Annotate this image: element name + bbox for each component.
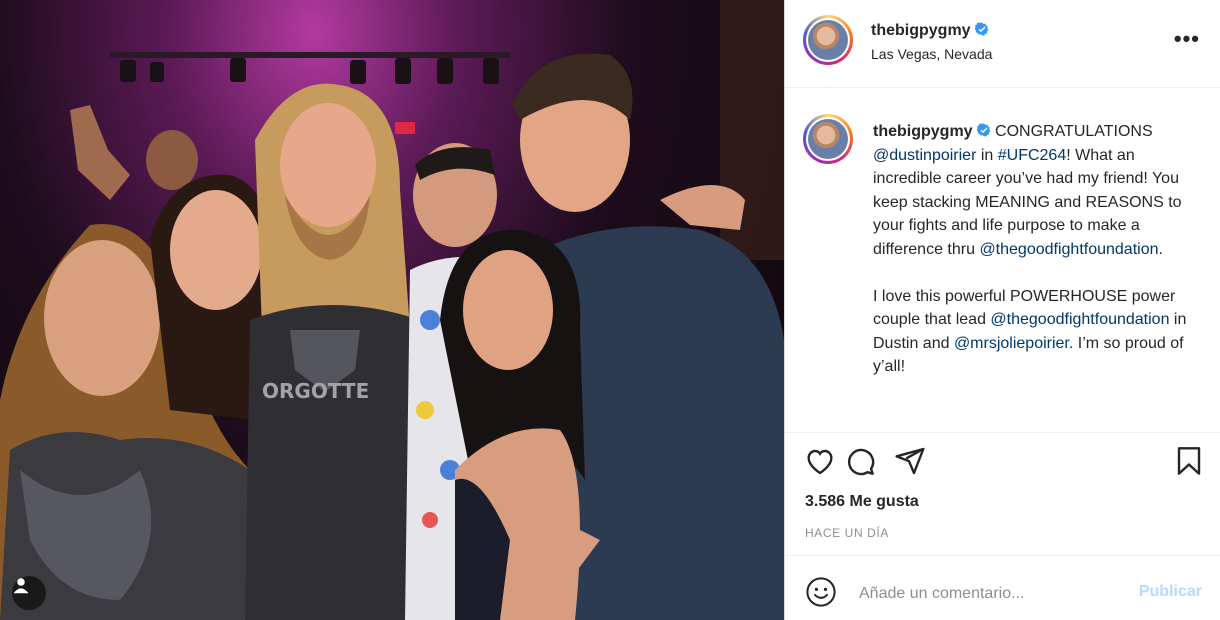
tagged-users-button[interactable]: [12, 576, 46, 610]
emoji-icon[interactable]: [805, 576, 837, 608]
comment-icon: [847, 448, 875, 476]
instagram-post: ORGOTTE thebigpygmy Las Vegas, Nevada ••…: [0, 0, 1220, 620]
caption-avatar[interactable]: [803, 114, 853, 164]
hashtag-link[interactable]: #UFC264: [998, 147, 1066, 164]
post-timestamp[interactable]: HACE UN DÍA: [805, 526, 889, 540]
post-actions: [785, 444, 1220, 484]
comment-input[interactable]: [857, 580, 1111, 608]
caption-text: thebigpygmy CONGRATULATIONS @dustinpoiri…: [873, 120, 1198, 379]
caption-segment: in: [976, 146, 998, 164]
heart-icon: [807, 449, 833, 475]
mention-link[interactable]: @dustinpoirier: [873, 147, 976, 164]
verified-badge-icon: [976, 123, 991, 137]
verified-badge-icon: [974, 22, 989, 36]
more-options-button[interactable]: •••: [1174, 28, 1200, 50]
mention-link[interactable]: @thegoodfightfoundation: [979, 241, 1158, 258]
post-photo[interactable]: ORGOTTE: [0, 0, 784, 620]
avatar-image: [808, 119, 848, 159]
likes-count[interactable]: 3.586 Me gusta: [805, 493, 919, 511]
caption-area: thebigpygmy CONGRATULATIONS @dustinpoiri…: [785, 88, 1220, 433]
like-button[interactable]: [803, 444, 837, 478]
post-side-panel: thebigpygmy Las Vegas, Nevada ••• thebig…: [784, 0, 1220, 620]
svg-text:ORGOTTE: ORGOTTE: [262, 379, 369, 403]
share-button[interactable]: [893, 444, 927, 478]
avatar[interactable]: [803, 15, 853, 65]
comment-bar: Publicar: [785, 555, 1220, 620]
caption-body: CONGRATULATIONS @dustinpoirier in #UFC26…: [873, 123, 1191, 375]
save-button[interactable]: [1172, 444, 1206, 478]
paper-plane-icon: [895, 447, 925, 475]
comment-button[interactable]: [843, 444, 877, 478]
header-username-row: thebigpygmy: [871, 22, 989, 40]
publish-button[interactable]: Publicar: [1139, 583, 1202, 601]
post-header: thebigpygmy Las Vegas, Nevada •••: [785, 0, 1220, 88]
avatar-image: [808, 20, 848, 60]
header-username[interactable]: thebigpygmy: [871, 22, 971, 39]
mention-link[interactable]: @mrsjoliepoirier: [954, 335, 1069, 352]
caption-segment: CONGRATULATIONS: [995, 123, 1153, 140]
group-photo-illustration: ORGOTTE: [0, 0, 784, 620]
bookmark-icon: [1177, 447, 1201, 475]
user-tag-icon: [13, 578, 29, 594]
mention-link[interactable]: @thegoodfightfoundation: [990, 311, 1169, 328]
location-link[interactable]: Las Vegas, Nevada: [871, 46, 992, 62]
caption-username[interactable]: thebigpygmy: [873, 123, 973, 140]
